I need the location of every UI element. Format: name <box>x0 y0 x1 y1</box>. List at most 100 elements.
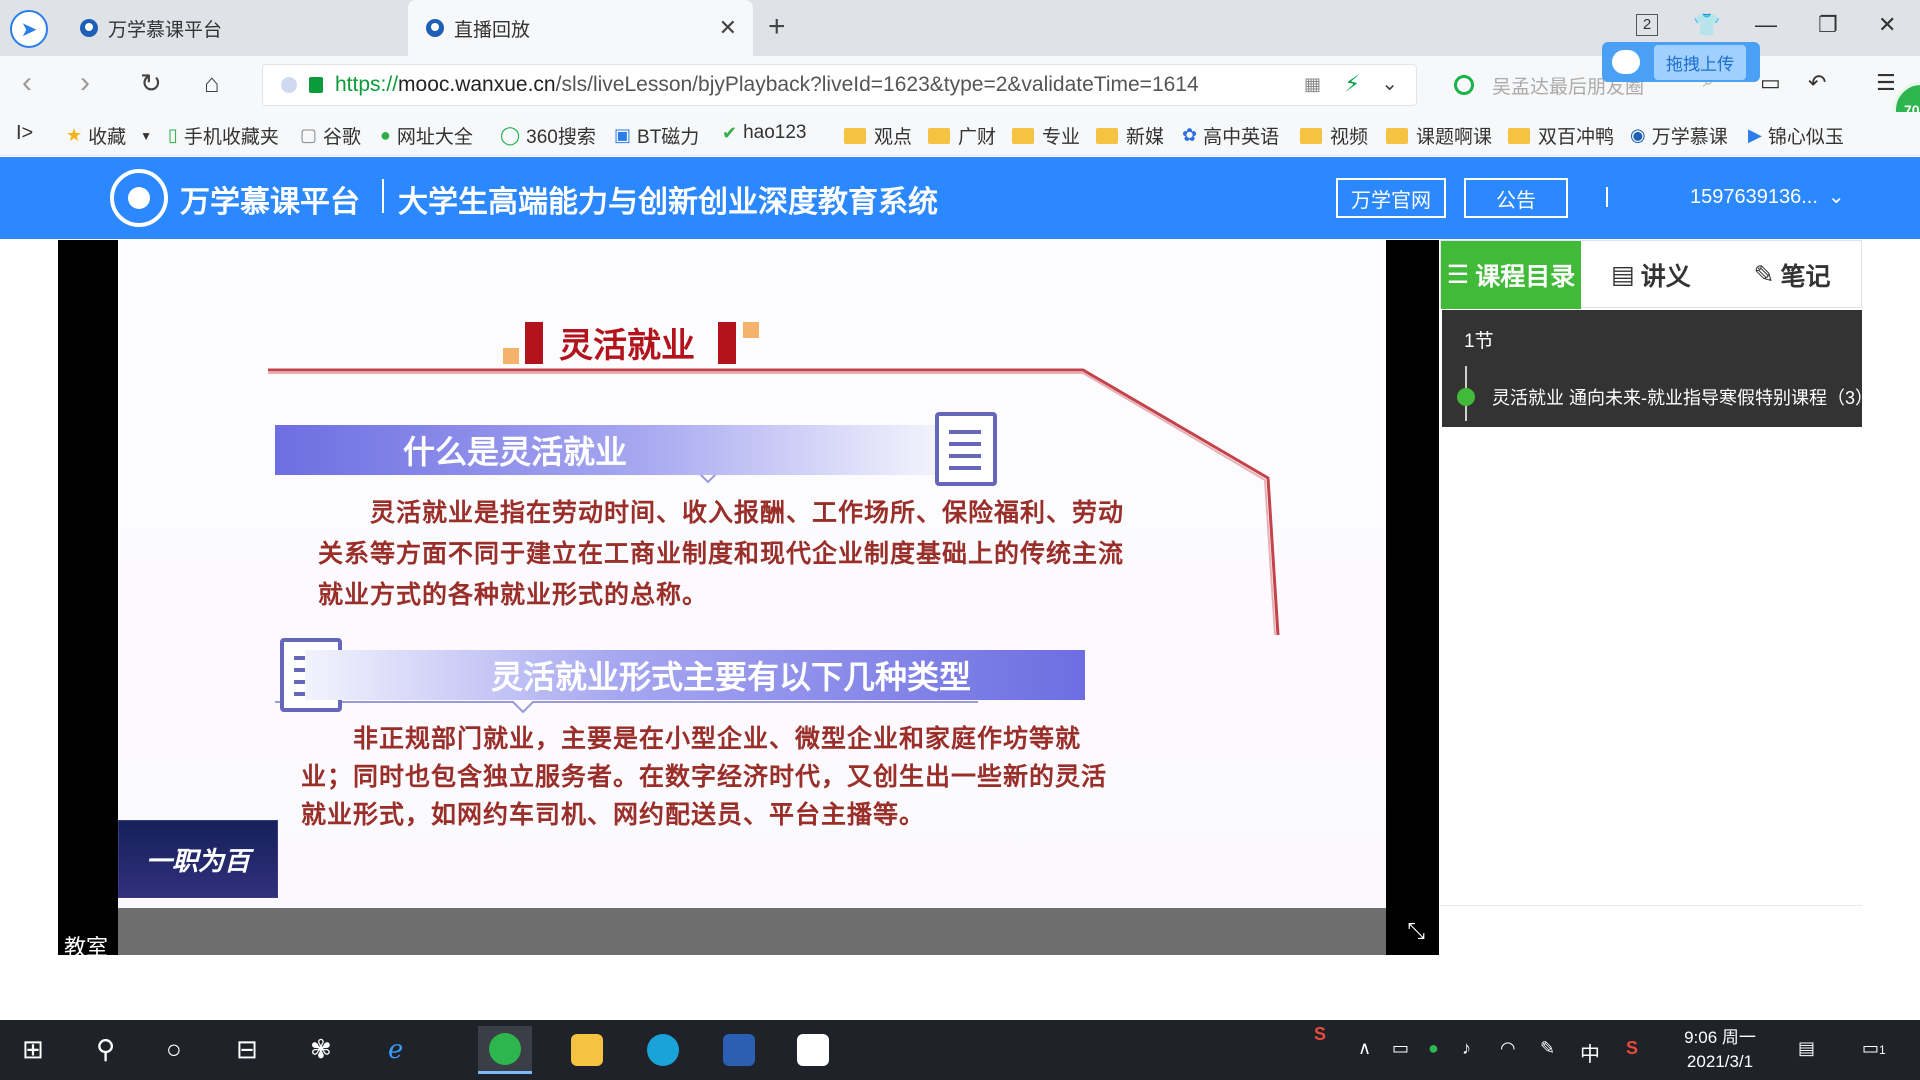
taskbar-edge[interactable] <box>636 1026 690 1074</box>
battery-icon[interactable]: ▭ <box>1392 1038 1409 1059</box>
section-label: 1节 <box>1464 331 1494 352</box>
site-header: 万学慕课平台 大学生高端能力与创新创业深度教育系统 万学官网 公告 159763… <box>0 157 1920 239</box>
back-button[interactable]: ‹ <box>22 66 32 100</box>
tab-live-playback[interactable]: 直播回放 ✕ <box>408 0 753 56</box>
windows-taskbar: ⊞ ⚲ ○ ⊟ ✾ ℯ S ∧ ▭ ● ♪ ◠ ✎ 中 S 9:06 周一 20… <box>0 1020 1920 1080</box>
tab-course-catalog[interactable]: ☰ 课程目录 <box>1441 241 1581 309</box>
bookmark-folder-newmedia[interactable]: 新媒 <box>1096 122 1164 149</box>
bookmark-jinxin[interactable]: ▶ 锦心似玉 <box>1748 122 1844 149</box>
slide-title-decor <box>503 348 519 364</box>
sidebar-toggle-icon[interactable]: I> <box>16 122 33 145</box>
tab-count-icon[interactable]: 2 <box>1636 14 1658 36</box>
windows-start-icon[interactable]: ⊞ <box>22 1034 44 1065</box>
app-swirl-icon[interactable]: ✾ <box>310 1034 332 1065</box>
search-360-icon: ◯ <box>500 125 521 145</box>
folder-icon <box>1096 127 1118 144</box>
tab-handouts[interactable]: ▤ 讲义 <box>1581 241 1721 309</box>
chevron-down-icon[interactable]: ⌄ <box>1381 71 1398 96</box>
site-brand[interactable]: 万学慕课平台 <box>180 177 360 221</box>
bookmark-folder-shuangbai[interactable]: 双百冲鸭 <box>1508 122 1614 149</box>
task-view-icon[interactable]: ⊟ <box>236 1034 258 1065</box>
taskbar-baidu-netdisk[interactable] <box>786 1026 840 1074</box>
folder-icon <box>844 127 866 144</box>
system-clock[interactable]: 9:06 周一 2021/3/1 <box>1670 1026 1770 1074</box>
upload-popup[interactable]: 拖拽上传 <box>1602 42 1760 82</box>
video-player[interactable]: 灵活就业 什么是灵活就业 灵活就业是指在劳动时间、收入报酬、工作场所、保险福利、… <box>58 240 1439 960</box>
battery-icon[interactable]: ▭ <box>1760 70 1781 96</box>
sogou-icon[interactable]: S <box>1314 1024 1326 1045</box>
sidebar-tabs: ☰ 课程目录 ▤ 讲义 ✎ 笔记 <box>1440 240 1863 309</box>
taskbar-file-explorer[interactable] <box>560 1026 614 1074</box>
notice-button[interactable]: 公告 <box>1464 178 1568 218</box>
bookmark-favorites[interactable]: ★ 收藏 ▼ <box>66 122 152 149</box>
volume-icon[interactable]: ♪ <box>1462 1038 1471 1059</box>
search-icon[interactable]: ⚲ <box>96 1034 115 1065</box>
restore-button[interactable]: ❐ <box>1818 12 1838 38</box>
minimize-button[interactable]: — <box>1755 12 1777 38</box>
lightning-icon[interactable]: ⚡ <box>1345 71 1360 97</box>
skin-icon[interactable]: 👕 <box>1693 12 1720 38</box>
taskbar-word[interactable] <box>712 1026 766 1074</box>
reload-button[interactable]: ↻ <box>140 68 162 99</box>
bookmark-mobile[interactable]: ▯ 手机收藏夹 <box>168 122 279 149</box>
bookmark-folder-video[interactable]: 视频 <box>1300 122 1368 149</box>
url-text[interactable]: https://mooc.wanxue.cn/sls/liveLesson/bj… <box>335 73 1275 97</box>
tab-close-icon[interactable]: ✕ <box>719 15 737 41</box>
cortana-icon[interactable]: ○ <box>166 1034 182 1065</box>
wanxue-logo-icon[interactable] <box>110 169 168 227</box>
wifi-icon[interactable]: ◠ <box>1500 1038 1516 1059</box>
lock-icon[interactable] <box>309 77 323 93</box>
ie-browser-icon[interactable]: ℯ <box>388 1034 403 1065</box>
ime-indicator[interactable]: 中 <box>1580 1038 1600 1067</box>
taskbar-360-browser[interactable] <box>478 1026 532 1074</box>
new-tab-button[interactable]: + <box>768 10 786 44</box>
document-edit-icon <box>935 412 997 486</box>
folder-icon <box>1012 127 1034 144</box>
lesson-item[interactable]: 灵活就业 通向未来-就业指导寒假特别课程（3） <box>1492 384 1873 410</box>
bookmark-folder-guangcai[interactable]: 广财 <box>928 122 996 149</box>
tab-label: 直播回放 <box>454 19 531 41</box>
play-icon: ▶ <box>1748 125 1762 145</box>
word-icon <box>723 1034 755 1066</box>
bookmark-high-school-english[interactable]: ✿ 高中英语 <box>1182 122 1279 149</box>
tab-notes[interactable]: ✎ 笔记 <box>1721 241 1863 309</box>
edit-icon: ✎ <box>1753 261 1775 289</box>
bookmark-360-search[interactable]: ◯ 360搜索 <box>500 122 596 149</box>
folder-icon <box>1386 127 1408 144</box>
bookmark-google[interactable]: ▢ 谷歌 <box>300 122 361 149</box>
bookmark-bt[interactable]: ▣ BT磁力 <box>614 122 699 149</box>
qr-code-icon[interactable]: ▦ <box>1304 74 1321 95</box>
browser-logo-icon[interactable]: ➤ <box>10 10 48 48</box>
home-button[interactable]: ⌂ <box>204 68 220 99</box>
list-icon: ☰ <box>1446 261 1470 289</box>
tab-wanxue-platform[interactable]: 万学慕课平台 <box>62 0 407 56</box>
official-site-button[interactable]: 万学官网 <box>1336 178 1446 218</box>
bookmark-folder-topics[interactable]: 课题啊课 <box>1386 122 1492 149</box>
upload-label: 拖拽上传 <box>1654 44 1746 80</box>
security-icon[interactable]: ● <box>1428 1038 1439 1059</box>
slide-title-decor <box>525 322 543 364</box>
tray-expand-icon[interactable]: ∧ <box>1358 1038 1371 1059</box>
sogou-input-icon[interactable]: S <box>1626 1038 1638 1059</box>
bookmark-hao123[interactable]: ✔ hao123 <box>722 122 807 144</box>
cloud-icon <box>1612 50 1640 74</box>
close-window-button[interactable]: ✕ <box>1878 12 1896 38</box>
exit-fullscreen-icon[interactable]: ⤡ <box>1407 918 1425 944</box>
bookmark-hao-directory[interactable]: ● 网址大全 <box>380 122 473 149</box>
address-bar[interactable]: https://mooc.wanxue.cn/sls/liveLesson/bj… <box>262 64 1417 106</box>
player-control-bar[interactable] <box>118 908 1386 955</box>
chevron-down-icon: ⌄ <box>1827 186 1845 208</box>
bookmark-folder-views[interactable]: 观点 <box>844 122 912 149</box>
notes-icon[interactable]: ▤ <box>1798 1038 1815 1059</box>
folder-icon <box>1300 127 1322 144</box>
menu-icon[interactable]: ☰ <box>1876 70 1896 96</box>
undo-icon[interactable]: ↶ <box>1808 70 1826 96</box>
user-menu[interactable]: 1597639136... ⌄ <box>1690 184 1845 209</box>
bookmark-folder-major[interactable]: 专业 <box>1012 122 1080 149</box>
notification-center-icon[interactable]: ▭1 <box>1862 1038 1886 1059</box>
forward-button[interactable]: › <box>80 66 90 100</box>
course-catalog: 1节 灵活就业 通向未来-就业指导寒假特别课程（3） <box>1442 310 1873 427</box>
cloud-icon <box>797 1034 829 1066</box>
pen-icon[interactable]: ✎ <box>1540 1038 1555 1059</box>
bookmark-wanxue[interactable]: ◉ 万学慕课 <box>1630 122 1728 149</box>
